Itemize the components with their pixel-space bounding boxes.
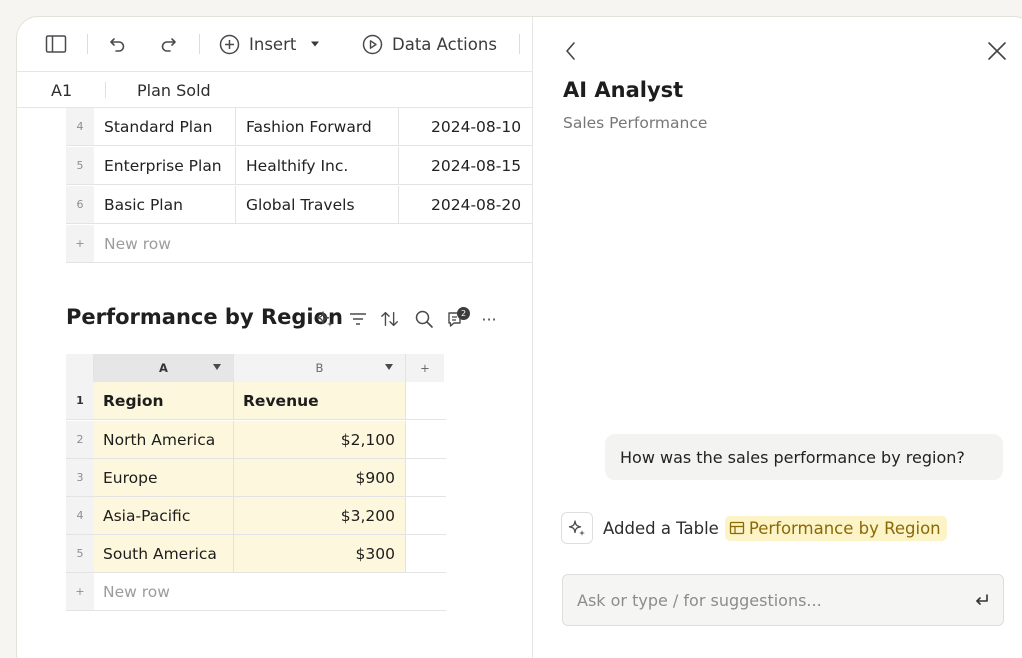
- table-link-label: Performance by Region: [748, 518, 941, 538]
- table-icon: [729, 520, 745, 536]
- region-cell[interactable]: Asia-Pacific: [94, 497, 234, 534]
- plan-cell[interactable]: Standard Plan: [94, 108, 236, 145]
- region-cell[interactable]: North America: [94, 421, 234, 458]
- table-title: Performance by Region: [66, 305, 343, 329]
- data-actions-button[interactable]: Data Actions: [362, 31, 497, 57]
- row-number: 1: [66, 382, 94, 419]
- close-icon[interactable]: [985, 39, 1009, 63]
- cell-reference[interactable]: A1: [51, 81, 72, 100]
- toolbar-divider: [199, 34, 200, 54]
- table-row[interactable]: 2 North America $2,100: [66, 421, 446, 459]
- row-number: 6: [66, 186, 94, 223]
- play-circle-icon: [362, 34, 383, 55]
- table-row[interactable]: 4 Asia-Pacific $3,200: [66, 497, 446, 535]
- plus-icon: +: [66, 225, 94, 262]
- user-message: How was the sales performance by region?: [605, 434, 1003, 480]
- undo-icon[interactable]: [108, 31, 128, 57]
- ai-analyst-panel: AI Analyst Sales Performance How was the…: [533, 17, 1022, 658]
- chat-input[interactable]: [562, 574, 1004, 626]
- row-number: 3: [66, 459, 94, 496]
- customer-cell[interactable]: Healthify Inc.: [236, 147, 399, 184]
- column-header-b[interactable]: B: [234, 354, 406, 382]
- insert-label: Insert: [249, 34, 297, 54]
- table-link[interactable]: Performance by Region: [724, 515, 947, 541]
- chevron-down-icon[interactable]: [213, 364, 221, 370]
- revenue-cell[interactable]: $300: [234, 535, 406, 572]
- chat-input-field[interactable]: [577, 587, 957, 613]
- row-number: 5: [66, 535, 94, 572]
- new-row-label: New row: [103, 582, 170, 601]
- date-cell[interactable]: 2024-08-20: [399, 186, 532, 223]
- header-cell-revenue[interactable]: Revenue: [234, 382, 406, 419]
- row-number: 4: [66, 108, 94, 145]
- cell-value[interactable]: Plan Sold: [137, 81, 211, 100]
- plan-cell[interactable]: Enterprise Plan: [94, 147, 236, 184]
- new-row-button[interactable]: + New row: [66, 573, 446, 611]
- sidebar-toggle-icon[interactable]: [45, 31, 67, 57]
- table-row[interactable]: 4 Standard Plan Fashion Forward 2024-08-…: [66, 108, 532, 146]
- region-cell[interactable]: South America: [94, 535, 234, 572]
- date-cell[interactable]: 2024-08-10: [399, 108, 532, 145]
- user-message-text: How was the sales performance by region?: [620, 447, 965, 467]
- formula-bar-divider: [105, 82, 106, 98]
- spreadsheet-pane: Insert Data Actions A1 Plan Sold 4 Stand…: [17, 17, 532, 658]
- table-row[interactable]: 5 South America $300: [66, 535, 446, 573]
- search-icon[interactable]: [414, 309, 434, 329]
- chevron-down-icon: [310, 40, 320, 48]
- row-number: 5: [66, 147, 94, 184]
- customer-cell[interactable]: Global Travels: [236, 186, 399, 223]
- more-options-icon[interactable]: ···: [479, 309, 499, 329]
- data-actions-label: Data Actions: [392, 34, 497, 54]
- sort-icon[interactable]: [380, 309, 400, 329]
- chevron-down-icon[interactable]: [385, 364, 393, 370]
- new-row-label: New row: [104, 234, 171, 253]
- column-letter: A: [159, 361, 168, 375]
- redo-icon[interactable]: [158, 31, 178, 57]
- back-chevron-icon[interactable]: [561, 39, 581, 63]
- region-cell[interactable]: Europe: [94, 459, 234, 496]
- toolbar: Insert Data Actions: [17, 17, 532, 72]
- revenue-cell[interactable]: $2,100: [234, 421, 406, 458]
- new-row-button[interactable]: + New row: [66, 225, 532, 263]
- header-row: 1 Region Revenue: [66, 382, 446, 420]
- panel-subtitle: Sales Performance: [563, 114, 708, 132]
- column-letter: B: [315, 361, 324, 375]
- comment-count-badge: 2: [457, 307, 470, 320]
- table-row[interactable]: 6 Basic Plan Global Travels 2024-08-20: [66, 186, 532, 224]
- plus-circle-icon: [219, 34, 240, 55]
- corner-cell: [66, 354, 94, 382]
- app-window: Insert Data Actions A1 Plan Sold 4 Stand…: [16, 16, 1022, 658]
- row-number: 2: [66, 421, 94, 458]
- panel-title: AI Analyst: [563, 78, 684, 102]
- toolbar-divider: [87, 34, 88, 54]
- action-text: Added a Table: [603, 518, 719, 538]
- sparkle-icon[interactable]: [315, 309, 335, 329]
- sparkle-icon: [561, 512, 593, 544]
- table-row[interactable]: 3 Europe $900: [66, 459, 446, 497]
- plan-cell[interactable]: Basic Plan: [94, 186, 236, 223]
- toolbar-divider: [519, 34, 520, 54]
- formula-bar: A1 Plan Sold: [17, 72, 532, 108]
- customer-cell[interactable]: Fashion Forward: [236, 108, 399, 145]
- row-number: 4: [66, 497, 94, 534]
- plus-icon: +: [66, 573, 94, 610]
- insert-button[interactable]: Insert: [219, 31, 320, 57]
- header-cell-region[interactable]: Region: [94, 382, 234, 419]
- table-row[interactable]: 5 Enterprise Plan Healthify Inc. 2024-08…: [66, 147, 532, 185]
- revenue-cell[interactable]: $3,200: [234, 497, 406, 534]
- date-cell[interactable]: 2024-08-15: [399, 147, 532, 184]
- filter-icon[interactable]: [348, 309, 368, 329]
- ai-action-message: Added a Table Performance by Region: [561, 512, 947, 544]
- revenue-cell[interactable]: $900: [234, 459, 406, 496]
- column-header-a[interactable]: A: [94, 354, 234, 382]
- enter-icon[interactable]: [973, 591, 991, 609]
- add-column-button[interactable]: +: [406, 354, 444, 382]
